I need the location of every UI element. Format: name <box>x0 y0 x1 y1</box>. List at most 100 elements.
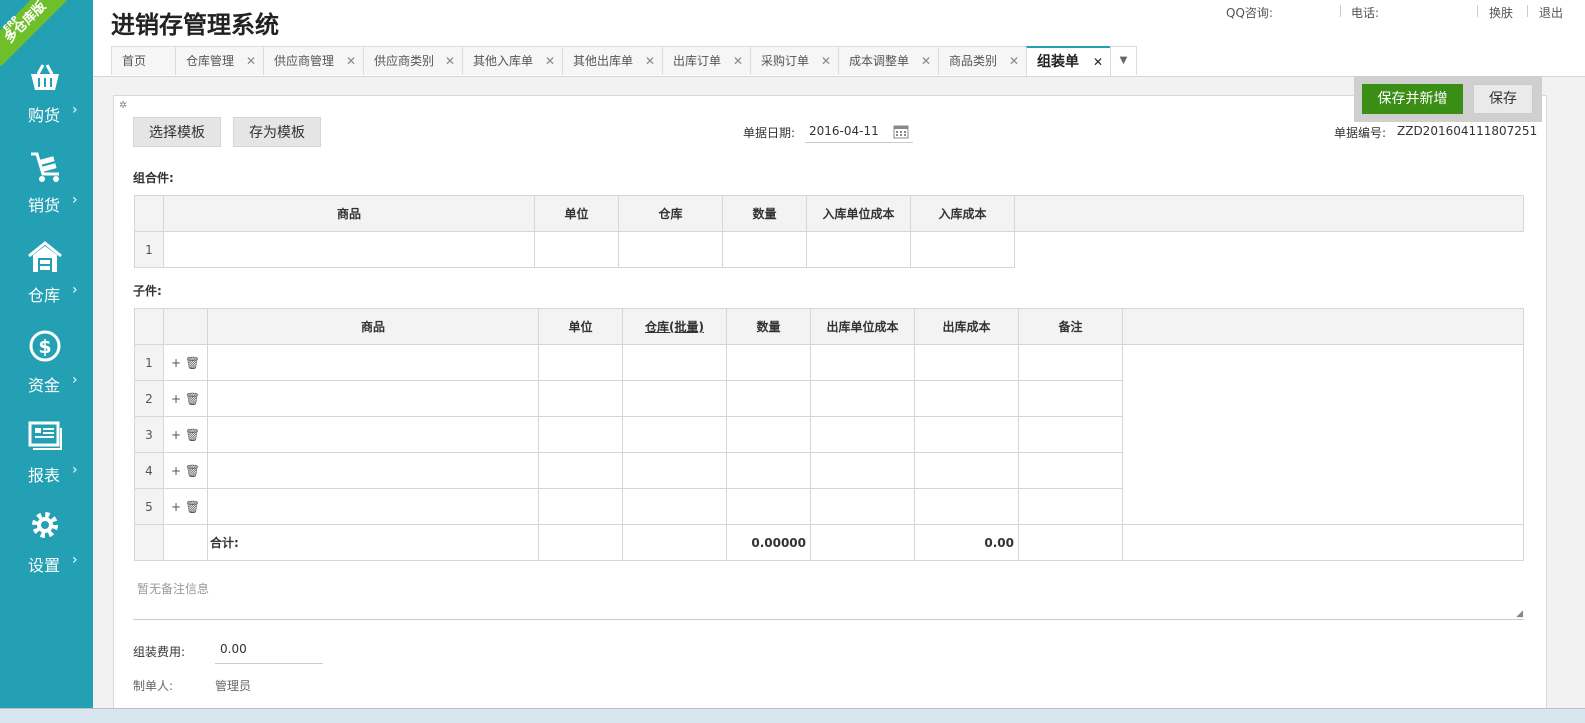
column-header: 仓库 <box>618 195 723 232</box>
note-cell[interactable] <box>1018 416 1123 453</box>
settings-icon[interactable]: ✲ <box>119 100 127 111</box>
unit-cost-cell[interactable] <box>810 416 915 453</box>
unit-cost-cell[interactable] <box>810 488 915 525</box>
add-row-icon[interactable]: + <box>171 428 181 442</box>
quantity-cell[interactable] <box>726 452 811 489</box>
cost-cell[interactable] <box>914 380 1019 417</box>
cost-cell[interactable] <box>914 452 1019 489</box>
unit-cell[interactable] <box>534 231 619 268</box>
note-cell[interactable] <box>1018 344 1123 381</box>
tab-cost-adjustment[interactable]: 成本调整单 ✕ <box>838 46 939 75</box>
row-number: 4 <box>134 452 164 489</box>
tab-product-category[interactable]: 商品类别 ✕ <box>938 46 1027 75</box>
skin-link[interactable]: 换肤 <box>1489 4 1513 21</box>
select-template-button[interactable]: 选择模板 <box>133 117 221 147</box>
warehouse-cell[interactable] <box>622 488 727 525</box>
save-as-template-button[interactable]: 存为模板 <box>233 117 321 147</box>
quantity-cell[interactable] <box>726 344 811 381</box>
tab-purchase-order[interactable]: 采购订单 ✕ <box>750 46 839 75</box>
add-row-icon[interactable]: + <box>171 500 181 514</box>
close-icon[interactable]: ✕ <box>545 47 555 75</box>
tab-assembly-order[interactable]: 组装单 ✕ <box>1026 46 1111 76</box>
trash-icon[interactable]: 🗑 <box>185 392 200 406</box>
quantity-cell[interactable] <box>726 416 811 453</box>
sidebar-item-reports[interactable]: 报表 › <box>0 420 93 500</box>
column-header: 出库单位成本 <box>810 308 915 345</box>
logout-link[interactable]: 退出 <box>1539 4 1563 21</box>
quantity-cell[interactable] <box>722 231 807 268</box>
note-cell[interactable] <box>1018 452 1123 489</box>
close-icon[interactable]: ✕ <box>445 47 455 75</box>
row-ops <box>163 524 208 561</box>
trash-icon[interactable]: 🗑 <box>185 464 200 478</box>
product-cell[interactable] <box>207 416 539 453</box>
close-icon[interactable]: ✕ <box>645 47 655 75</box>
add-row-icon[interactable]: + <box>171 464 181 478</box>
warehouse-cell[interactable] <box>622 344 727 381</box>
product-cell[interactable] <box>207 344 539 381</box>
trash-icon[interactable]: 🗑 <box>185 428 200 442</box>
warehouse-cell[interactable] <box>622 452 727 489</box>
close-icon[interactable]: ✕ <box>821 47 831 75</box>
trash-icon[interactable]: 🗑 <box>185 500 200 514</box>
add-row-icon[interactable]: + <box>171 392 181 406</box>
warehouse-cell[interactable] <box>618 231 723 268</box>
tab-supplier-manage[interactable]: 供应商管理 ✕ <box>263 46 364 75</box>
product-cell[interactable] <box>163 231 535 268</box>
warehouse-cell[interactable] <box>622 416 727 453</box>
sidebar-item-warehouse[interactable]: 仓库 › <box>0 240 93 320</box>
close-icon[interactable]: ✕ <box>1093 48 1103 76</box>
note-cell[interactable] <box>1018 488 1123 525</box>
creator-value: 管理员 <box>215 679 252 693</box>
quantity-cell[interactable] <box>726 380 811 417</box>
chevron-down-icon[interactable]: ▼ <box>1110 46 1137 75</box>
resize-handle-icon[interactable]: ◢ <box>1516 609 1523 619</box>
product-cell[interactable] <box>207 452 539 489</box>
date-field[interactable]: 2016-04-11 <box>805 122 913 143</box>
bottom-scrollbar[interactable] <box>0 708 1585 723</box>
unit-cell[interactable] <box>538 416 623 453</box>
calendar-icon[interactable] <box>893 124 909 139</box>
trash-icon[interactable]: 🗑 <box>185 356 200 370</box>
unit-cell[interactable] <box>538 380 623 417</box>
sidebar-item-purchase[interactable]: 购货 › <box>0 60 93 140</box>
close-icon[interactable]: ✕ <box>346 47 356 75</box>
tab-outbound-order[interactable]: 出库订单 ✕ <box>662 46 751 75</box>
save-button[interactable]: 保存 <box>1473 84 1533 114</box>
tab-warehouse-manage[interactable]: 仓库管理 ✕ <box>175 46 264 75</box>
cost-cell[interactable] <box>914 344 1019 381</box>
unit-cell[interactable] <box>538 488 623 525</box>
sidebar-item-settings[interactable]: 设置 › <box>0 510 93 590</box>
unit-cost-cell[interactable] <box>810 344 915 381</box>
quantity-cell[interactable] <box>726 488 811 525</box>
note-cell[interactable] <box>1018 380 1123 417</box>
tab-other-inbound[interactable]: 其他入库单 ✕ <box>462 46 563 75</box>
cost-cell[interactable] <box>914 488 1019 525</box>
unit-cost-cell[interactable] <box>806 231 911 268</box>
close-icon[interactable]: ✕ <box>921 47 931 75</box>
unit-cost-cell[interactable] <box>810 380 915 417</box>
app-title: 进销存管理系统 <box>111 11 279 39</box>
tab-home[interactable]: 首页 <box>111 46 176 75</box>
cost-cell[interactable] <box>910 231 1015 268</box>
tab-other-outbound[interactable]: 其他出库单 ✕ <box>562 46 663 75</box>
tab-supplier-category[interactable]: 供应商类别 ✕ <box>363 46 463 75</box>
sidebar-item-sales[interactable]: 销货 › <box>0 150 93 230</box>
remark-textarea[interactable]: 暂无备注信息 ◢ <box>133 576 1524 620</box>
close-icon[interactable]: ✕ <box>733 47 743 75</box>
close-icon[interactable]: ✕ <box>1009 47 1019 75</box>
add-row-icon[interactable]: + <box>171 356 181 370</box>
product-cell[interactable] <box>207 380 539 417</box>
assembly-fee-input[interactable]: 0.00 <box>215 640 323 664</box>
warehouse-cell[interactable] <box>622 380 727 417</box>
unit-cost-cell[interactable] <box>810 452 915 489</box>
save-and-new-button[interactable]: 保存并新增 <box>1362 84 1463 114</box>
close-icon[interactable]: ✕ <box>246 47 256 75</box>
product-cell[interactable] <box>207 488 539 525</box>
cost-cell[interactable] <box>914 416 1019 453</box>
divider <box>1340 5 1341 17</box>
assembly-fee-label: 组装费用: <box>133 645 186 659</box>
unit-cell[interactable] <box>538 344 623 381</box>
unit-cell[interactable] <box>538 452 623 489</box>
sidebar-item-funds[interactable]: $ 资金 › <box>0 330 93 410</box>
